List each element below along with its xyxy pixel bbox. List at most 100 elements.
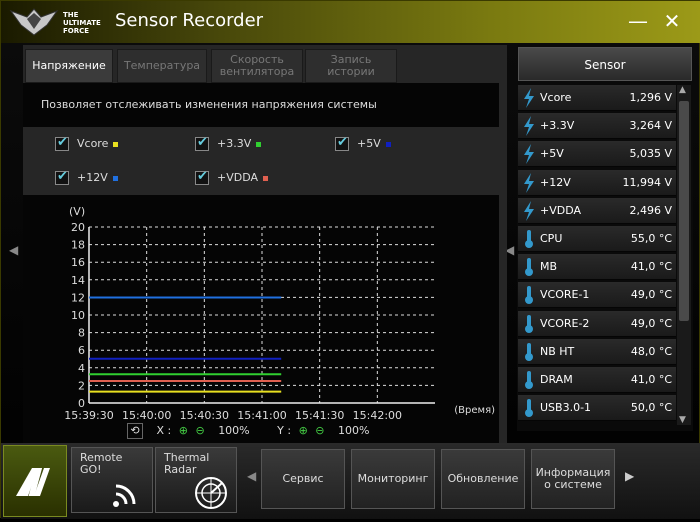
checkbox-label-3v3: +3.3V: [217, 137, 262, 150]
y-tick-label: 20: [71, 221, 85, 234]
sensor-name: +5V: [540, 147, 564, 161]
minimize-button[interactable]: —: [625, 9, 651, 35]
sensor-row: VCORE-2 49,0 °C: [518, 310, 676, 337]
sensor-row: MB 41,0 °C: [518, 254, 676, 281]
description-text: Позволяет отслеживать изменения напряжен…: [41, 98, 377, 111]
sensor-name: MB: [540, 260, 558, 274]
sensor-value: 2,496 V: [629, 203, 672, 217]
nav-monitoring-button[interactable]: Мониторинг: [351, 449, 435, 509]
checkbox-label-12v: +12V: [77, 171, 118, 184]
checkbox-vdda[interactable]: [195, 169, 209, 185]
checkbox-12v[interactable]: [55, 169, 69, 185]
y-tick-label: 8: [78, 327, 85, 340]
sensor-value: 49,0 °C: [630, 316, 672, 330]
thermometer-icon: [522, 314, 536, 334]
voltage-icon: [522, 116, 536, 137]
home-button[interactable]: [3, 445, 67, 517]
sensor-scrollbar[interactable]: ▲ ▼: [677, 85, 691, 425]
sensor-name: VCORE-2: [540, 316, 590, 330]
tuf-logo: THE ULTIMATE FORCE: [9, 7, 109, 37]
sensor-row: VCORE-1 49,0 °C: [518, 282, 676, 309]
sensor-name: CPU: [540, 232, 563, 245]
y-axis-label: (V): [69, 205, 85, 218]
sensor-name: +VDDA: [540, 203, 582, 217]
thermal-radar-label: Thermal Radar: [164, 451, 210, 476]
reset-zoom-icon[interactable]: ⟲: [127, 423, 143, 439]
remote-go-tile[interactable]: Remote GO!: [71, 447, 153, 513]
thermometer-icon: [522, 257, 536, 277]
thermometer-icon: [522, 342, 536, 362]
sensor-row: NB HT 48,0 °C: [518, 338, 676, 365]
nav-update-button[interactable]: Обновление: [441, 449, 525, 509]
voltage-icon: [522, 144, 536, 165]
tab-temperature[interactable]: Температура: [117, 49, 207, 83]
sensor-value: 11,994 V: [622, 175, 672, 189]
scroll-thumb[interactable]: [679, 101, 689, 321]
title-bar[interactable]: THE ULTIMATE FORCE Sensor Recorder — ✕: [1, 1, 700, 43]
scroll-down-icon[interactable]: ▼: [679, 415, 686, 425]
x-zoom-in-icon[interactable]: ⊕: [179, 424, 188, 437]
thermal-radar-tile[interactable]: Thermal Radar: [155, 447, 237, 513]
sensor-row: Vcore 1,296 V: [518, 85, 676, 111]
sensor-name: VCORE-1: [540, 288, 590, 302]
y-tick-label: 18: [71, 239, 85, 252]
y-tick-label: 16: [71, 256, 85, 269]
close-button[interactable]: ✕: [659, 9, 685, 35]
y-zoom-in-icon[interactable]: ⊕: [299, 424, 308, 437]
thermometer-icon: [522, 229, 536, 249]
sensor-row: +VDDA 2,496 V: [518, 197, 676, 224]
y-tick-label: 14: [71, 274, 85, 287]
sensor-value: 48,0 °C: [630, 344, 672, 358]
tuf-emblem-icon: [9, 8, 59, 36]
nav-next-arrow-icon[interactable]: ▶: [625, 469, 635, 489]
x-zoom-label: X :: [156, 424, 172, 437]
description-box: Позволяет отслеживать изменения напряжен…: [23, 83, 499, 127]
sensor-row: +3.3V 3,264 V: [518, 113, 676, 140]
checkbox-5v[interactable]: [335, 135, 349, 151]
thermometer-icon: [522, 285, 536, 305]
app-title: Sensor Recorder: [115, 10, 264, 31]
radar-icon: [195, 477, 227, 509]
voltage-icon: [522, 200, 536, 221]
legend-swatch-vcore: [113, 141, 119, 147]
x-tick-label: 15:39:30: [64, 409, 113, 422]
tab-fan-speed[interactable]: Скорость вентилятора: [211, 49, 303, 83]
sensor-name: +12V: [540, 175, 571, 189]
sensor-name: USB3.0-1: [540, 401, 592, 415]
sensor-header-button[interactable]: Sensor: [518, 47, 692, 81]
y-zoom-value: 100%: [338, 424, 370, 437]
nav-system-info-button[interactable]: Информация о системе: [531, 449, 615, 509]
sensor-name: +3.3V: [540, 119, 575, 133]
x-tick-label: 15:41:30: [295, 409, 344, 422]
x-axis-label: (Время): [454, 405, 495, 416]
sensor-value: 5,035 V: [629, 147, 672, 161]
tab-voltage[interactable]: Напряжение: [25, 49, 113, 83]
y-zoom-out-icon[interactable]: ⊖: [315, 424, 324, 437]
y-zoom-label: Y :: [277, 424, 292, 437]
sensor-value: 3,264 V: [629, 119, 672, 133]
legend-swatch-5v: [385, 141, 391, 147]
nav-service-button[interactable]: Сервис: [261, 449, 345, 509]
x-zoom-value: 100%: [218, 424, 250, 437]
remote-go-label: Remote GO!: [80, 451, 123, 476]
sensor-name: DRAM: [540, 373, 573, 386]
x-tick-label: 15:40:30: [180, 409, 229, 422]
nav-prev-arrow-icon[interactable]: ◀: [247, 469, 257, 489]
tab-history[interactable]: Запись истории: [305, 49, 397, 83]
y-tick-label: 6: [78, 344, 85, 357]
sensor-name: Vcore: [540, 91, 572, 104]
prev-page-arrow-icon[interactable]: ◀: [9, 243, 19, 263]
scroll-up-icon[interactable]: ▲: [679, 85, 686, 95]
voltage-chart-area: 0 2 4 6 8 10 12 14 16 18 20 15:39:30 15:40:00 15:40:3…: [23, 195, 499, 443]
app-window: THE ULTIMATE FORCE Sensor Recorder — ✕ ◀…: [0, 0, 700, 519]
x-zoom-out-icon[interactable]: ⊖: [195, 424, 204, 437]
thermometer-icon: [522, 398, 536, 418]
sensor-row: +5V 5,035 V: [518, 141, 676, 168]
sensor-value: 41,0 °C: [630, 260, 672, 274]
monitor-panel: Напряжение Температура Скорость вентилят…: [23, 45, 507, 443]
legend-swatch-vdda: [263, 175, 269, 181]
logo-text: THE ULTIMATE FORCE: [63, 11, 101, 35]
legend-swatch-3v3: [256, 141, 262, 147]
checkbox-3v3[interactable]: [195, 135, 209, 151]
checkbox-vcore[interactable]: [55, 135, 69, 151]
